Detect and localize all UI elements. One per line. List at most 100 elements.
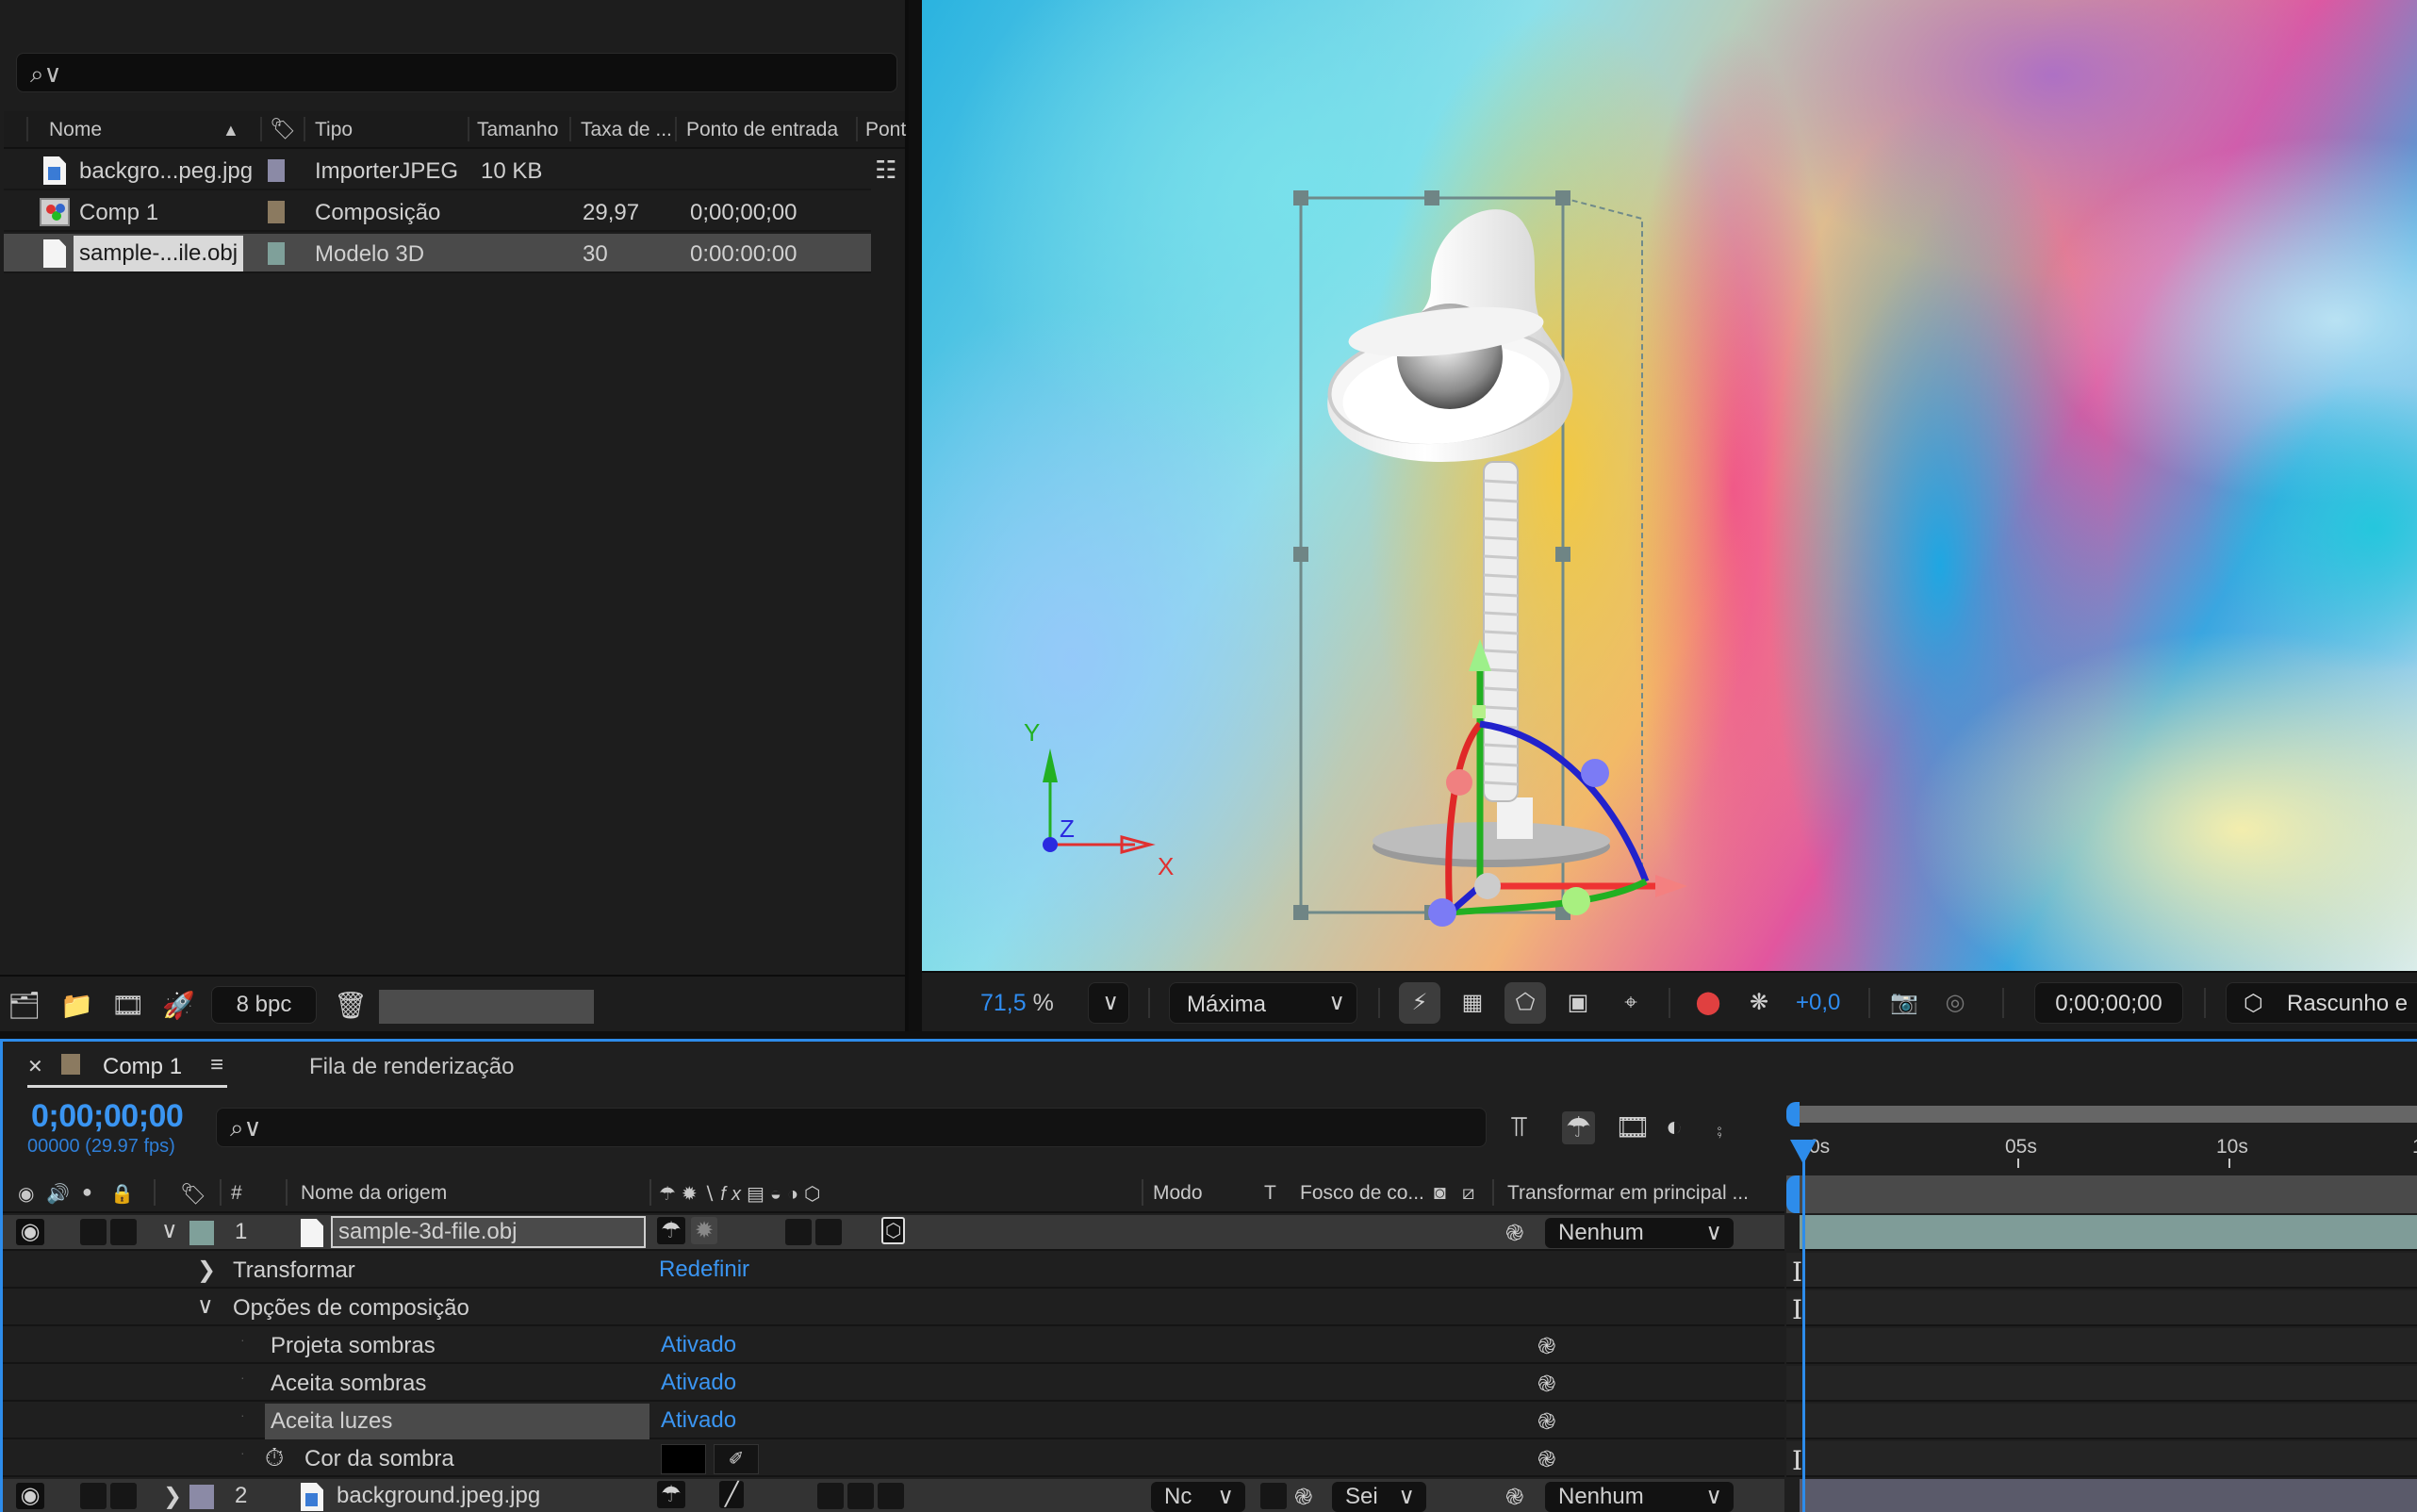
twirl-expanded-icon[interactable]: ∨ xyxy=(197,1292,214,1320)
sort-ascending-icon[interactable]: ▲ xyxy=(222,121,239,140)
playhead-line[interactable] xyxy=(1802,1140,1805,1512)
matte-alpha-icon[interactable]: ◙ xyxy=(1434,1182,1446,1205)
shy-layers-icon[interactable]: ☂ xyxy=(1562,1111,1595,1144)
collapse-transform-switch-icon[interactable]: ✹ xyxy=(691,1217,718,1244)
layer-row[interactable]: ◉ ❯ 2 background.jpeg.jpg ☂ ╱ Nc ∨ ֎ Sei ∨… xyxy=(3,1479,1784,1512)
column-header-out-point[interactable]: Pont xyxy=(865,119,906,141)
composition-viewer[interactable]: Y Z X xyxy=(922,0,2417,971)
transparency-grid-icon[interactable]: ▦ xyxy=(1452,982,1493,1024)
reset-transform-link[interactable]: Redefinir xyxy=(659,1257,749,1283)
column-header-t[interactable]: T xyxy=(1264,1182,1276,1205)
property-value[interactable]: Ativado xyxy=(661,1407,736,1434)
magnification-dropdown[interactable]: ∨ xyxy=(1088,982,1129,1024)
solo-icon[interactable]: ● xyxy=(82,1182,92,1202)
adjustment-layer-switch[interactable] xyxy=(815,1219,842,1245)
eyedropper-icon[interactable]: ✐ xyxy=(714,1444,759,1474)
renderer-dropdown[interactable]: ⬡ Rascunho e xyxy=(2226,982,2417,1024)
shadow-color-swatch[interactable] xyxy=(661,1444,706,1474)
project-footer-scrollbar[interactable] xyxy=(379,990,594,1024)
pick-whip-icon[interactable]: ֎ xyxy=(1537,1330,1556,1361)
resolution-dropdown[interactable]: Máxima ∨ xyxy=(1169,982,1357,1024)
fast-previews-icon[interactable]: ⚡ xyxy=(1399,982,1440,1024)
tab-comp-1[interactable]: Comp 1 xyxy=(103,1054,182,1080)
column-header-source-name[interactable]: Nome da origem xyxy=(301,1182,447,1205)
project-item-selected[interactable]: sample-...ile.obj Modelo 3D 30 0:00:00:0… xyxy=(4,234,871,273)
motion-blur-switch[interactable] xyxy=(785,1219,812,1245)
eye-icon[interactable]: ◉ xyxy=(16,1219,44,1245)
keyframe-marker-icon[interactable]: I xyxy=(1792,1257,1802,1288)
solo-toggle[interactable] xyxy=(80,1483,107,1509)
layer-label-swatch[interactable] xyxy=(189,1221,214,1245)
column-header-mode[interactable]: Modo xyxy=(1153,1182,1203,1205)
region-of-interest-icon[interactable]: ▣ xyxy=(1557,982,1599,1024)
twirl-expanded-icon[interactable]: ∨ xyxy=(161,1217,178,1244)
property-row[interactable]: · ⏱ Cor da sombra ✐ ֎ xyxy=(3,1441,1784,1477)
current-time-indicator[interactable]: 0;00;00;00 xyxy=(31,1098,184,1135)
layer-duration-bar[interactable] xyxy=(1800,1215,2417,1251)
shy-switch-icon[interactable]: ☂ xyxy=(657,1481,685,1508)
twirl-collapsed-icon[interactable]: ❯ xyxy=(163,1483,182,1510)
flowchart-icon[interactable]: ☷ xyxy=(875,156,896,185)
column-header-frame-rate[interactable]: Taxa de ... xyxy=(581,119,672,141)
pick-whip-icon[interactable]: ֎ xyxy=(1505,1481,1524,1512)
keyframe-marker-icon[interactable]: I xyxy=(1792,1445,1802,1476)
time-graph[interactable]: 0s 05s 10s 1 I I I xyxy=(1786,1042,2417,1512)
adjustment-layer-switch[interactable] xyxy=(847,1483,874,1509)
exposure-reset-icon[interactable]: ❋ xyxy=(1738,982,1780,1024)
video-visibility-icon[interactable]: ◉ xyxy=(18,1182,34,1206)
layer-name-field[interactable]: sample-3d-file.obj xyxy=(331,1216,646,1248)
close-tab-icon[interactable]: ✕ xyxy=(27,1055,43,1078)
interpret-footage-icon[interactable]: 🗂 xyxy=(8,990,41,1021)
preview-range-bar[interactable] xyxy=(1786,1175,2417,1213)
layer-switches-icons[interactable]: ☂✹∖fx▤◒◑⬡ xyxy=(659,1182,827,1206)
preview-range-handle[interactable] xyxy=(1786,1175,1800,1213)
eye-icon[interactable]: ◉ xyxy=(16,1483,44,1509)
bit-depth-button[interactable]: 8 bpc xyxy=(211,986,317,1024)
shy-switch-icon[interactable]: ☂ xyxy=(657,1217,685,1244)
matte-invert-icon[interactable]: ⧄ xyxy=(1462,1182,1474,1205)
lock-toggle[interactable] xyxy=(110,1219,137,1245)
magnification-value[interactable]: 71,5 % xyxy=(980,990,1054,1017)
property-row-highlighted[interactable]: · Aceita luzes Ativado ֎ xyxy=(3,1404,1784,1439)
pick-whip-icon[interactable]: ֎ xyxy=(1537,1368,1556,1399)
3d-transform-gizmo[interactable] xyxy=(1428,639,1687,927)
pick-whip-icon[interactable]: ֎ xyxy=(1537,1405,1556,1437)
keyframe-marker-icon[interactable]: I xyxy=(1792,1294,1802,1325)
3d-layer-switch[interactable] xyxy=(878,1483,904,1509)
pick-whip-icon[interactable]: ֎ xyxy=(1537,1443,1556,1474)
column-header-number[interactable]: # xyxy=(231,1182,242,1205)
twirl-collapsed-icon[interactable]: ❯ xyxy=(197,1257,216,1284)
timeline-search-input[interactable]: ⌕∨ xyxy=(216,1108,1487,1147)
label-tag-icon[interactable]: 🏷 xyxy=(180,1182,206,1207)
media-encoder-icon[interactable]: 🚀 xyxy=(162,990,195,1021)
column-header-parent[interactable]: Transformar em principal ... xyxy=(1507,1182,1749,1205)
composition-flowchart-icon[interactable]: ⫪ xyxy=(1511,1111,1527,1143)
current-time-display[interactable]: 0;00;00;00 xyxy=(2034,982,2183,1024)
property-value[interactable]: Ativado xyxy=(661,1332,736,1358)
property-group-transform[interactable]: ❯ Transformar Redefinir xyxy=(3,1253,1784,1289)
layer-row[interactable]: ◉ ∨ 1 sample-3d-file.obj ☂ ✹ ⬡ ֎ Nenhum ∨ xyxy=(3,1215,1784,1251)
layer-duration-bar[interactable] xyxy=(1800,1479,2417,1512)
color-channels-icon[interactable]: ⬤ xyxy=(1687,982,1729,1024)
column-header-track-matte[interactable]: Fosco de co... xyxy=(1300,1182,1424,1205)
graph-editor-icon[interactable]: ⨾ xyxy=(1717,1111,1722,1143)
motion-blur-icon[interactable]: ◐ xyxy=(1666,1111,1683,1143)
lock-toggle[interactable] xyxy=(110,1483,137,1509)
property-value[interactable]: Ativado xyxy=(661,1370,736,1396)
audio-icon[interactable]: 🔊 xyxy=(46,1182,70,1206)
layer-name[interactable]: background.jpeg.jpg xyxy=(337,1483,540,1509)
track-matte-dropdown[interactable]: Sei ∨ xyxy=(1332,1482,1426,1512)
label-color-swatch[interactable] xyxy=(268,201,285,223)
frame-blending-icon[interactable]: 🎞 xyxy=(1615,1111,1651,1144)
snapshot-camera-icon[interactable]: 📷 xyxy=(1883,982,1925,1024)
guides-grid-icon[interactable]: ⌖ xyxy=(1610,982,1652,1024)
work-area-start-handle[interactable] xyxy=(1786,1102,1800,1126)
work-area-bar[interactable] xyxy=(1800,1106,2417,1123)
panel-menu-icon[interactable]: ≡ xyxy=(210,1052,223,1078)
lock-icon[interactable]: 🔒 xyxy=(110,1182,134,1206)
new-folder-icon[interactable]: 📁 xyxy=(60,990,93,1021)
column-header-type[interactable]: Tipo xyxy=(315,119,353,141)
show-snapshot-icon[interactable]: ◎ xyxy=(1934,982,1976,1024)
label-tag-icon[interactable]: 🏷 xyxy=(270,117,296,141)
blend-mode-dropdown[interactable]: Nc ∨ xyxy=(1151,1482,1245,1512)
